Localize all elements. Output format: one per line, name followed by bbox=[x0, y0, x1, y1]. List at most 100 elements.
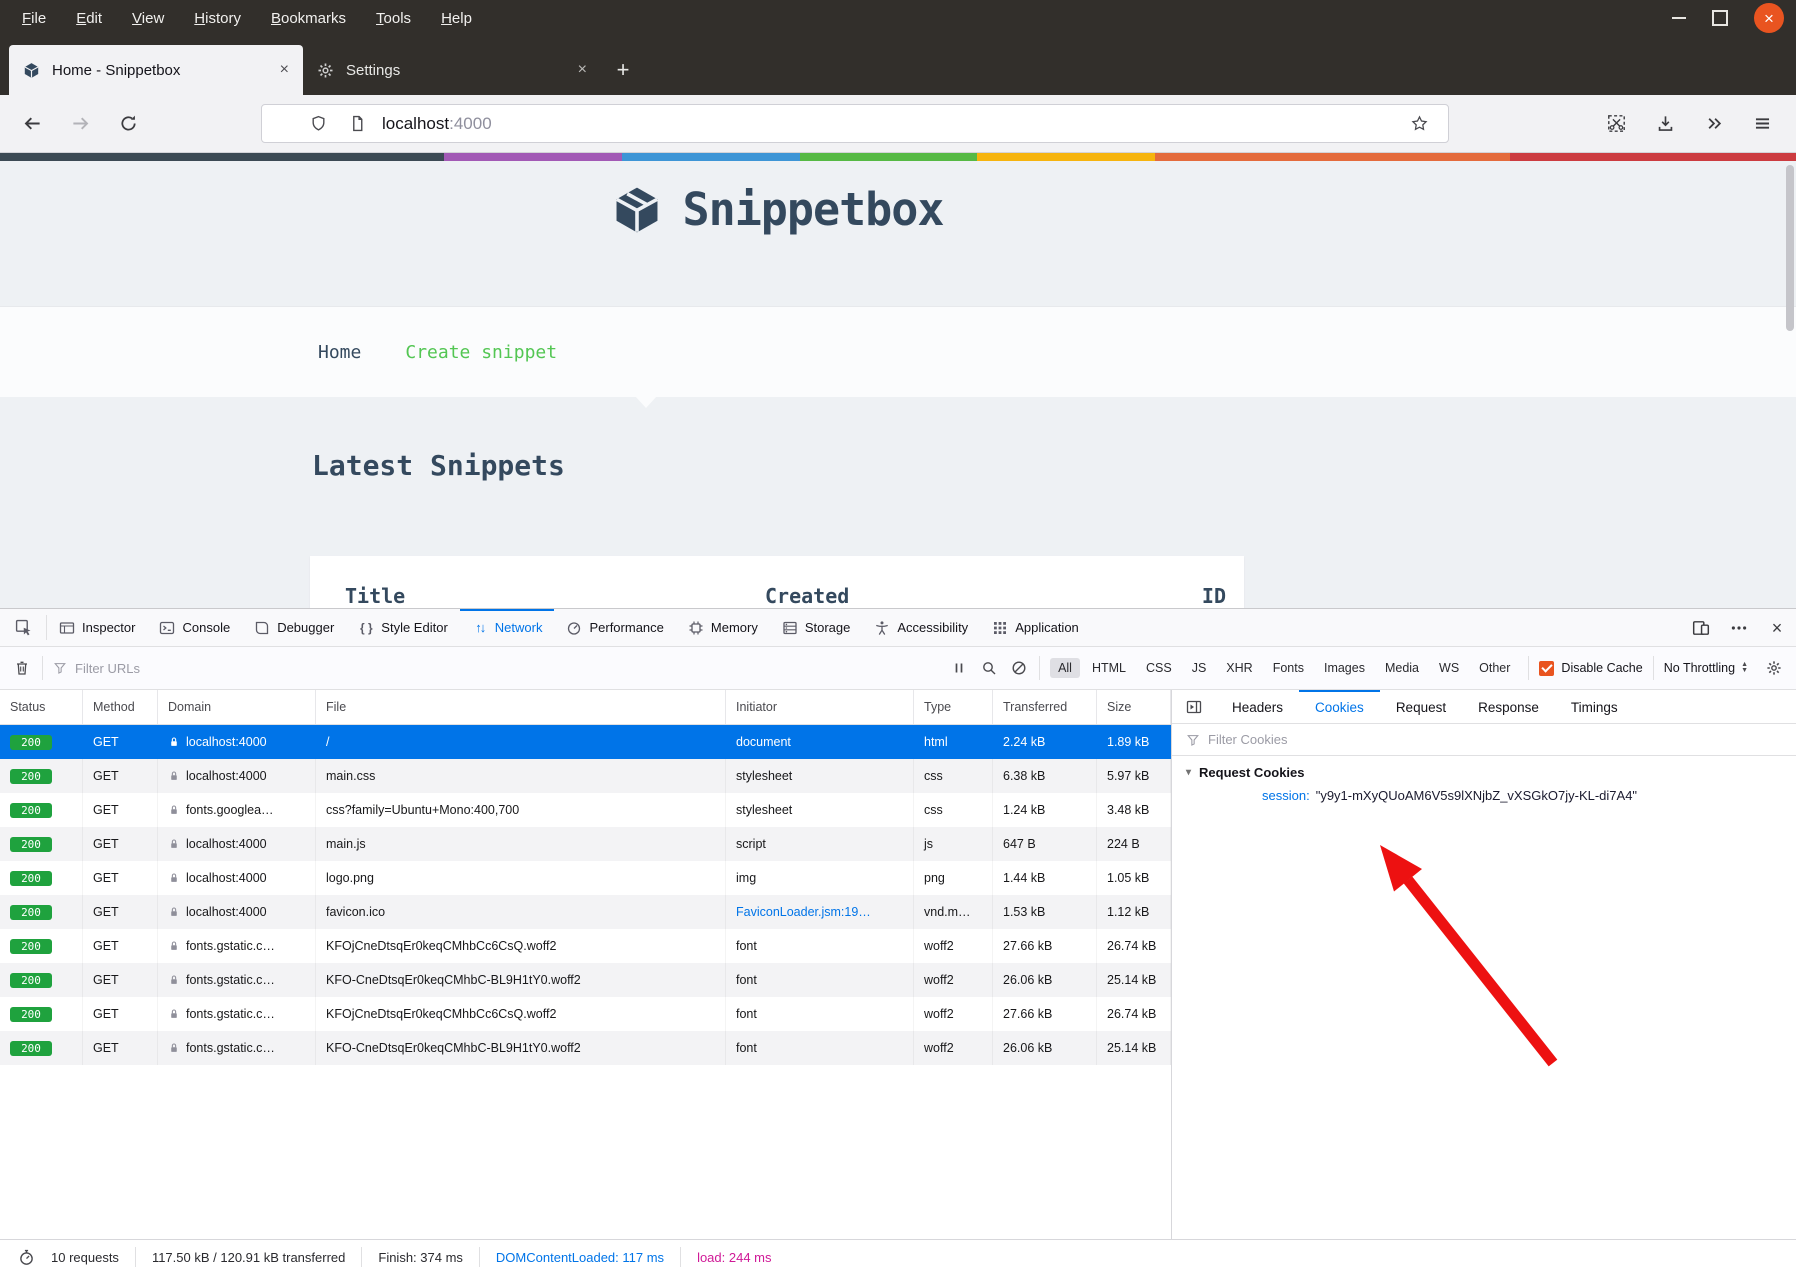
network-request-row[interactable]: 200GETfonts.gstatic.c…KFOjCneDtsqEr0keqC… bbox=[0, 929, 1171, 963]
tab-settings[interactable]: Settings × bbox=[303, 45, 601, 95]
column-header-type[interactable]: Type bbox=[914, 690, 993, 724]
search-icon[interactable] bbox=[979, 658, 999, 678]
cookie-name[interactable]: session: bbox=[1262, 788, 1310, 803]
domcontentloaded-time[interactable]: DOMContentLoaded: 117 ms bbox=[496, 1250, 664, 1265]
site-nav-create-snippet[interactable]: Create snippet bbox=[405, 342, 557, 363]
back-icon[interactable] bbox=[18, 110, 46, 138]
tab-close-icon[interactable]: × bbox=[578, 61, 587, 79]
reload-icon[interactable] bbox=[114, 110, 142, 138]
initiator-link[interactable]: FaviconLoader.jsm:19… bbox=[736, 905, 871, 919]
filter-type-media[interactable]: Media bbox=[1377, 658, 1427, 678]
split-panel-icon[interactable] bbox=[1172, 690, 1216, 723]
responsive-mode-icon[interactable] bbox=[1692, 619, 1710, 637]
tab-bar: Home - Snippetbox × Settings × + bbox=[0, 36, 1796, 95]
filter-type-ws[interactable]: WS bbox=[1431, 658, 1467, 678]
filter-type-xhr[interactable]: XHR bbox=[1218, 658, 1260, 678]
page-scrollbar[interactable] bbox=[1786, 165, 1794, 331]
devtools-tab-memory[interactable]: Memory bbox=[676, 609, 770, 646]
load-time[interactable]: load: 244 ms bbox=[697, 1250, 771, 1265]
shield-icon[interactable] bbox=[310, 115, 327, 132]
minimize-icon[interactable] bbox=[1672, 17, 1686, 19]
menu-file[interactable]: File bbox=[22, 10, 46, 27]
column-header-domain[interactable]: Domain bbox=[158, 690, 316, 724]
hamburger-menu-icon[interactable] bbox=[1748, 110, 1776, 138]
network-request-row[interactable]: 200GETfonts.gstatic.c…KFO-CneDtsqEr0keqC… bbox=[0, 963, 1171, 997]
forward-icon[interactable] bbox=[66, 110, 94, 138]
meatball-menu-icon[interactable] bbox=[1730, 619, 1748, 637]
request-cookies-section[interactable]: ▾ Request Cookies bbox=[1172, 756, 1796, 788]
network-request-row[interactable]: 200GETlocalhost:4000favicon.icoFaviconLo… bbox=[0, 895, 1171, 929]
column-header-method[interactable]: Method bbox=[83, 690, 158, 724]
devtools-tab-storage[interactable]: Storage bbox=[770, 609, 863, 646]
pause-icon[interactable] bbox=[949, 658, 969, 678]
filter-type-fonts[interactable]: Fonts bbox=[1265, 658, 1312, 678]
network-request-row[interactable]: 200GETlocalhost:4000logo.pngimgpng1.44 k… bbox=[0, 861, 1171, 895]
column-header-transferred[interactable]: Transferred bbox=[993, 690, 1097, 724]
tab-close-icon[interactable]: × bbox=[280, 61, 289, 79]
menu-bookmarks[interactable]: Bookmarks bbox=[271, 10, 346, 27]
network-request-row[interactable]: 200GETlocalhost:4000main.jsscriptjs647 B… bbox=[0, 827, 1171, 861]
devtools-tab-debugger[interactable]: Debugger bbox=[242, 609, 346, 646]
block-request-icon[interactable] bbox=[1009, 658, 1029, 678]
checkbox-checked-icon[interactable] bbox=[1539, 661, 1554, 676]
devtools-tab-application[interactable]: Application bbox=[980, 609, 1091, 646]
column-header-size[interactable]: Size bbox=[1097, 690, 1171, 724]
expand-triangle-icon[interactable]: ▾ bbox=[1186, 767, 1191, 778]
filter-type-images[interactable]: Images bbox=[1316, 658, 1373, 678]
menu-help[interactable]: Help bbox=[441, 10, 472, 27]
url-text[interactable]: localhost:4000 bbox=[382, 114, 1411, 134]
page-icon[interactable] bbox=[349, 115, 366, 132]
column-header-file[interactable]: File bbox=[316, 690, 726, 724]
column-header-initiator[interactable]: Initiator bbox=[726, 690, 914, 724]
bookmark-star-icon[interactable] bbox=[1411, 115, 1428, 132]
menu-tools[interactable]: Tools bbox=[376, 10, 411, 27]
detail-tab-cookies[interactable]: Cookies bbox=[1299, 690, 1380, 724]
site-title[interactable]: Snippetbox bbox=[683, 183, 944, 236]
filter-type-js[interactable]: JS bbox=[1184, 658, 1215, 678]
tab-home-snippetbox[interactable]: Home - Snippetbox × bbox=[9, 45, 303, 95]
disable-cache-control[interactable]: Disable Cache bbox=[1539, 661, 1642, 676]
close-window-icon[interactable]: × bbox=[1754, 3, 1784, 33]
pick-element-icon[interactable] bbox=[0, 615, 47, 640]
devtools-tab-label: Performance bbox=[589, 620, 663, 635]
screenshot-icon[interactable] bbox=[1602, 110, 1630, 138]
devtools-tab-inspector[interactable]: Inspector bbox=[47, 609, 147, 646]
filter-type-all[interactable]: All bbox=[1050, 658, 1080, 678]
menu-edit[interactable]: Edit bbox=[76, 10, 102, 27]
network-request-row[interactable]: 200GETfonts.gstatic.c…KFOjCneDtsqEr0keqC… bbox=[0, 997, 1171, 1031]
menu-history[interactable]: History bbox=[194, 10, 241, 27]
throttling-dropdown[interactable]: No Throttling ▲▼ bbox=[1664, 661, 1748, 675]
devtools-tab-style-editor[interactable]: { }Style Editor bbox=[346, 609, 459, 646]
devtools-tab-console[interactable]: Console bbox=[147, 609, 242, 646]
network-request-row[interactable]: 200GETfonts.gstatic.c…KFO-CneDtsqEr0keqC… bbox=[0, 1031, 1171, 1065]
session-cookie-row[interactable]: session: "y9y1-mXyQUoAM6V5s9lXNjbZ_vXSGk… bbox=[1172, 788, 1796, 803]
devtools-tab-accessibility[interactable]: Accessibility bbox=[862, 609, 980, 646]
overflow-chevrons-icon[interactable] bbox=[1700, 110, 1728, 138]
detail-tab-headers[interactable]: Headers bbox=[1216, 690, 1299, 724]
filter-type-html[interactable]: HTML bbox=[1084, 658, 1134, 678]
network-request-row[interactable]: 200GETlocalhost:4000/documenthtml2.24 kB… bbox=[0, 725, 1171, 759]
devtools-tab-label: Application bbox=[1015, 620, 1079, 635]
new-tab-button[interactable]: + bbox=[608, 55, 638, 85]
close-devtools-icon[interactable]: × bbox=[1768, 619, 1786, 637]
url-bar[interactable]: localhost:4000 bbox=[261, 104, 1449, 143]
devtools-tab-performance[interactable]: Performance bbox=[554, 609, 675, 646]
filter-urls-input[interactable]: Filter URLs bbox=[53, 661, 939, 676]
detail-tab-timings[interactable]: Timings bbox=[1555, 690, 1634, 724]
detail-tab-request[interactable]: Request bbox=[1380, 690, 1462, 724]
maximize-icon[interactable] bbox=[1712, 10, 1728, 26]
clear-requests-trash-icon[interactable] bbox=[12, 658, 32, 678]
filter-type-other[interactable]: Other bbox=[1471, 658, 1518, 678]
column-header-status[interactable]: Status bbox=[0, 690, 83, 724]
network-request-row[interactable]: 200GETfonts.googlea…css?family=Ubuntu+Mo… bbox=[0, 793, 1171, 827]
network-request-row[interactable]: 200GETlocalhost:4000main.cssstylesheetcs… bbox=[0, 759, 1171, 793]
network-settings-gear-icon[interactable] bbox=[1764, 658, 1784, 678]
cell-domain: fonts.googlea… bbox=[158, 793, 316, 827]
menu-view[interactable]: View bbox=[132, 10, 164, 27]
detail-tab-response[interactable]: Response bbox=[1462, 690, 1555, 724]
filter-type-css[interactable]: CSS bbox=[1138, 658, 1180, 678]
devtools-tab-network[interactable]: ↑↓Network bbox=[460, 609, 555, 646]
filter-cookies-input[interactable]: Filter Cookies bbox=[1172, 724, 1796, 756]
site-nav-home[interactable]: Home bbox=[318, 342, 361, 363]
download-icon[interactable] bbox=[1651, 110, 1679, 138]
